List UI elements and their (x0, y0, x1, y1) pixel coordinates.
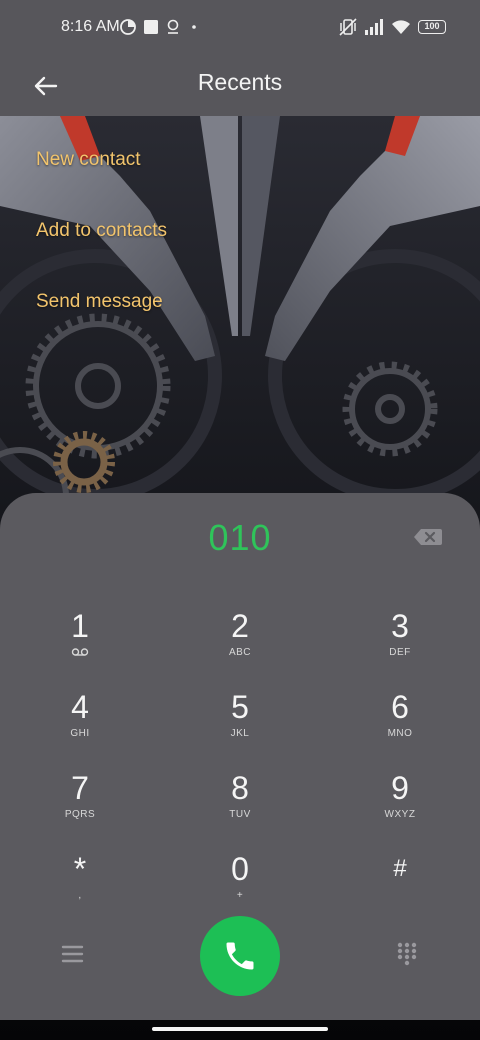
key-0[interactable]: 0 + (185, 851, 295, 917)
data-saver-icon (120, 17, 136, 37)
send-message-option[interactable]: Send message (36, 291, 163, 313)
key-5[interactable]: 5 JKL (185, 689, 295, 755)
key-digit: 3 (391, 608, 409, 644)
key-letters: PQRS (64, 809, 96, 820)
key-star[interactable]: * , (25, 851, 135, 917)
key-4[interactable]: 4 GHI (25, 689, 135, 755)
hamburger-menu-icon (61, 945, 84, 963)
menu-button[interactable] (60, 942, 86, 966)
key-letters: + (236, 890, 244, 901)
dialpad-sheet: 010 1 2 ABC 3 DEF 4 GHI 5 JKL 6 MNO 7 PQ… (0, 493, 480, 1020)
key-3[interactable]: 3 DEF (345, 608, 455, 674)
key-6[interactable]: 6 MNO (345, 689, 455, 755)
page-title: Recents (197, 69, 283, 95)
status-time: 8:16 AM (61, 18, 120, 35)
key-letters: MNO (387, 728, 413, 739)
home-indicator[interactable] (152, 1027, 328, 1031)
signal-icon (364, 17, 386, 37)
key-letters: ABC (228, 647, 252, 658)
dialed-number: 010 (208, 517, 272, 558)
phone-icon (226, 942, 254, 970)
backspace-button[interactable] (413, 527, 443, 547)
dot-icon (191, 17, 197, 37)
key-digit: 1 (71, 608, 89, 644)
key-digit: 9 (391, 770, 409, 806)
key-digit: 5 (231, 689, 249, 725)
key-digit: 7 (71, 770, 89, 806)
status-bar: 8:16 AM 100 (0, 0, 480, 56)
key-digit: 4 (71, 689, 89, 725)
wifi-icon (391, 17, 411, 37)
key-letters: GHI (70, 728, 90, 739)
key-digit: 8 (231, 770, 249, 806)
key-digit: 6 (391, 689, 409, 725)
key-letters: DEF (389, 647, 411, 658)
key-letters: TUV (229, 809, 251, 820)
key-letters: WXYZ (384, 809, 416, 820)
key-8[interactable]: 8 TUV (185, 770, 295, 836)
add-to-contacts-option[interactable]: Add to contacts (36, 220, 167, 242)
vibrate-icon (338, 17, 358, 37)
key-digit: # (393, 855, 407, 882)
call-button[interactable] (200, 916, 280, 996)
backspace-icon (414, 529, 442, 545)
new-contact-option[interactable]: New contact (36, 149, 141, 171)
square-icon (143, 17, 159, 37)
key-letters: , (78, 890, 82, 901)
key-digit: 2 (231, 608, 249, 644)
key-hash[interactable]: # (345, 851, 455, 917)
battery-icon: 100 (418, 20, 446, 34)
key-7[interactable]: 7 PQRS (25, 770, 135, 836)
key-digit: 0 (231, 851, 249, 887)
key-9[interactable]: 9 WXYZ (345, 770, 455, 836)
keypad-toggle-button[interactable] (396, 942, 418, 966)
location-icon (166, 17, 180, 37)
key-digit: * (73, 851, 87, 887)
key-letters: JKL (230, 728, 250, 739)
app-header: Recents (0, 56, 480, 116)
voicemail-icon (25, 647, 135, 660)
dialpad-grid-icon (397, 942, 417, 966)
key-2[interactable]: 2 ABC (185, 608, 295, 674)
key-1[interactable]: 1 (25, 608, 135, 674)
